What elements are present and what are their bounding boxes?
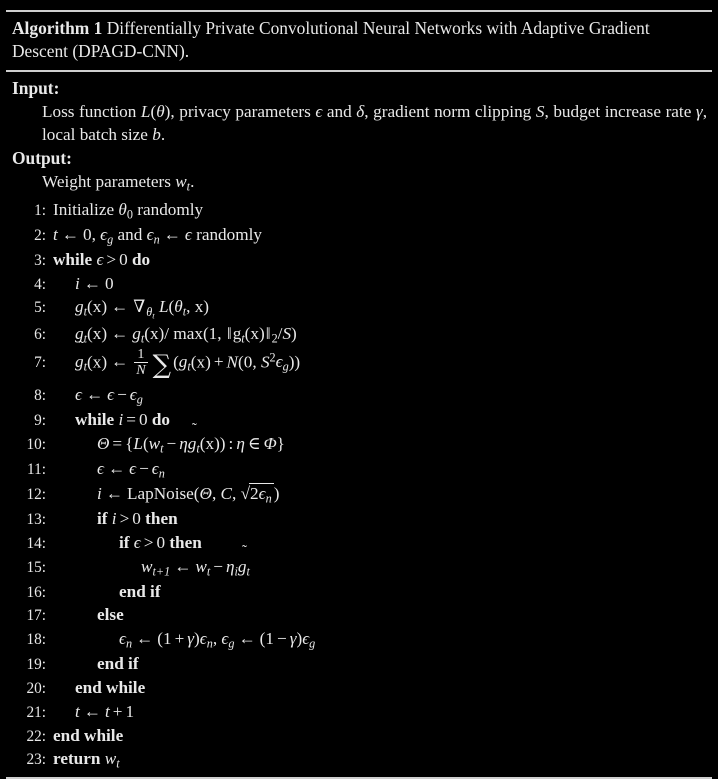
algorithm-line: 10: Θ = {L(wt − η ˜ gt(x)): η ∈ Φ}	[12, 420, 709, 457]
algorithm-line: 12: i ← LapNoise(Θ, C, √2ϵn)	[12, 482, 709, 507]
line-number: 20:	[26, 679, 46, 697]
line-content: ˜ gt(x) ← 1 N ∑ (gt(x) + N(0, S2ϵg))	[75, 338, 301, 380]
algorithm-line: 22: end while	[12, 724, 709, 748]
line-content: if i >0 then	[97, 508, 178, 528]
line-number: 11:	[27, 460, 46, 478]
output-heading: Output:	[12, 148, 72, 169]
line-content: ϵ ← ϵ − ϵg	[75, 385, 143, 407]
line-number: 12:	[26, 485, 46, 503]
line-content: end if	[97, 654, 139, 674]
algorithm-block: Algorithm 1 Differentially Private Convo…	[0, 10, 718, 779]
line-number: 2:	[34, 226, 46, 244]
line-content: t ← t +1	[75, 701, 135, 721]
input-heading: Input:	[12, 78, 60, 99]
algorithm-line: 20: end while	[12, 676, 709, 700]
line-content: end if	[119, 581, 161, 601]
algorithm-line: 17: else	[12, 603, 709, 627]
algorithm-steps: 1: Initialize θ0 randomly 2: t ← 0, ϵg and…	[12, 198, 709, 773]
algorithm-line: 23: return wt	[12, 747, 709, 772]
algorithm-line: 14: if ϵ >0 then	[12, 531, 709, 555]
line-number: 18:	[26, 631, 46, 649]
line-number: 22:	[26, 727, 46, 745]
line-content: else	[97, 605, 124, 625]
line-number: 16:	[26, 583, 46, 601]
line-content: t ← 0, ϵg and ϵn ← ϵ randomly	[53, 224, 262, 247]
algorithm-line: 16: end if	[12, 580, 709, 604]
line-number: 5:	[34, 299, 46, 317]
line-number: 6:	[34, 325, 46, 343]
line-number: 9:	[34, 412, 46, 430]
line-number: 4:	[34, 275, 46, 293]
line-content: while i = 0 do	[75, 410, 170, 430]
line-number: 19:	[26, 656, 46, 674]
line-content: i ← 0	[75, 273, 114, 293]
line-number: 8:	[34, 387, 46, 405]
algorithm-line: 19: end if	[12, 652, 709, 676]
algorithm-line: 4: i ← 0	[12, 272, 709, 296]
algorithm-caption: Algorithm 1 Differentially Private Convo…	[6, 12, 712, 67]
algorithm-line: 21: t ← t +1	[12, 700, 709, 724]
line-number: 13:	[26, 510, 46, 528]
algorithm-line: 11: ϵ ← ϵ − ϵn	[12, 457, 709, 482]
line-content: ϵn ← (1 + γ)ϵn, ϵg ← (1− γ)ϵg	[119, 629, 316, 651]
line-content: gt(x) ← ∇θt L(θt, x)	[75, 297, 210, 321]
algorithm-line: 5: gt(x) ← ∇θt L(θt, x)	[12, 295, 709, 322]
algorithm-line: 7: ˜ gt(x) ← 1 N ∑ (gt(x) + N(0, S2ϵg))	[12, 338, 709, 383]
line-content: Θ = {L(wt − η ˜ gt(x)): η ∈ Φ}	[97, 420, 285, 456]
line-content: end while	[75, 677, 146, 697]
output-description: Weight parameters wt.	[42, 172, 195, 194]
algorithm-line: 3: while ϵ >0 do	[12, 248, 709, 272]
line-content: return wt	[53, 749, 120, 771]
algorithm-line: 18: ϵn ← (1 + γ)ϵn, ϵg ← (1− γ)ϵg	[12, 627, 709, 652]
algorithm-label: Algorithm 1	[12, 18, 103, 38]
line-content: gt(x) ← gt(x)/ max(1, ‖gt(x)‖2/S)	[75, 323, 297, 346]
algorithm-line: 2: t ← 0, ϵg and ϵn ← ϵ randomly	[12, 223, 709, 248]
algorithm-line: 1: Initialize θ0 randomly	[12, 198, 709, 223]
line-content: i ← LapNoise(Θ, C, √2ϵn)	[97, 482, 280, 506]
line-content: end while	[53, 725, 124, 745]
line-number: 23:	[26, 751, 46, 769]
algorithm-line: 13: if i >0 then	[12, 507, 709, 531]
algorithm-line: 9: while i = 0 do	[12, 408, 709, 432]
line-number: 21:	[26, 703, 46, 721]
line-content: while ϵ >0 do	[53, 249, 151, 269]
algorithm-title: Differentially Private Convolutional Neu…	[12, 18, 650, 62]
line-content: Initialize θ0 randomly	[53, 199, 204, 222]
line-number: 1:	[34, 201, 46, 219]
input-description: Loss function L(θ), privacy parameters ϵ…	[42, 102, 707, 144]
line-content: wt+1 ← wt − ηi ˜ gt	[141, 543, 250, 578]
algorithm-body: Input: Loss function L(θ), privacy param…	[6, 72, 712, 772]
algorithm-line: 8: ϵ ← ϵ − ϵg	[12, 383, 709, 408]
algorithm-line: 15: wt+1 ← wt − ηi ˜ gt	[12, 543, 709, 580]
line-number: 10:	[26, 435, 46, 453]
line-number: 3:	[34, 251, 46, 269]
algorithm-line: 6: gt(x) ← gt(x)/ max(1, ‖gt(x)‖2/S)	[12, 322, 709, 347]
line-content: if ϵ >0 then	[119, 532, 202, 552]
line-number: 15:	[26, 558, 46, 576]
line-number: 14:	[26, 534, 46, 552]
line-content: ϵ ← ϵ − ϵn	[97, 458, 165, 481]
line-number: 17:	[26, 607, 46, 625]
line-number: 7:	[34, 354, 46, 372]
